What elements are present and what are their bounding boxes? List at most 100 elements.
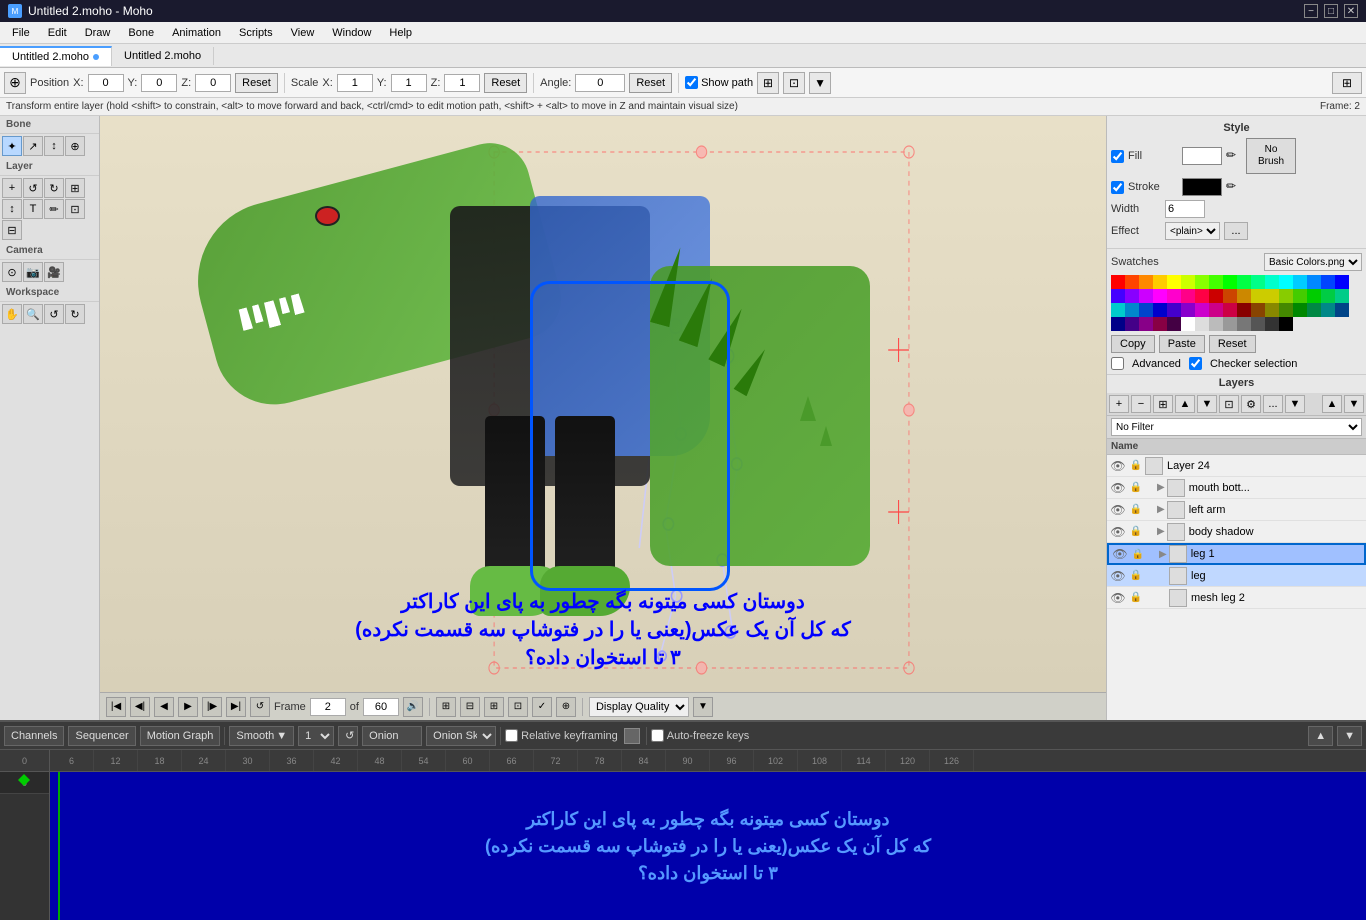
view-check[interactable]: ✓	[532, 697, 552, 717]
scroll-up-button[interactable]: ▲	[1322, 395, 1342, 413]
swatch-53[interactable]	[1139, 317, 1153, 331]
onion-skins-select[interactable]: Onion Skins	[426, 726, 496, 746]
tool-layer-add[interactable]: +	[2, 178, 22, 198]
swatch-26[interactable]	[1237, 289, 1251, 303]
reset-position-button[interactable]: Reset	[235, 73, 278, 93]
maximize-button[interactable]: □	[1324, 4, 1338, 18]
reset-scale-button[interactable]: Reset	[484, 73, 527, 93]
swatch-14[interactable]	[1307, 275, 1321, 289]
move-up-button[interactable]: ▲	[1175, 395, 1195, 413]
tab-channels[interactable]: Channels	[4, 726, 64, 746]
swatch-7[interactable]	[1209, 275, 1223, 289]
filter-select[interactable]: No Filter	[1111, 418, 1362, 436]
tool-layer-move[interactable]: ↕	[2, 199, 22, 219]
menu-draw[interactable]: Draw	[77, 25, 119, 41]
tool-bone-4[interactable]: ⊕	[65, 136, 85, 156]
scale-y-input[interactable]	[391, 74, 427, 92]
tool-layer-pencil[interactable]: ✏	[44, 199, 64, 219]
auto-freeze-check[interactable]	[651, 729, 664, 742]
swatch-59[interactable]	[1223, 317, 1237, 331]
transform-icon[interactable]: ⊕	[4, 72, 26, 94]
goto-end-button[interactable]: ▶|	[226, 697, 246, 717]
tl-scroll-down[interactable]: ▼	[1337, 726, 1362, 746]
fill-checkbox[interactable]	[1111, 150, 1124, 163]
swatch-46[interactable]	[1279, 303, 1293, 317]
swatch-29[interactable]	[1279, 289, 1293, 303]
layer-row[interactable]: 👁 🔒 mesh leg 2	[1107, 587, 1366, 609]
swatch-24[interactable]	[1209, 289, 1223, 303]
tool-zoom[interactable]: 🔍	[23, 304, 43, 324]
swatch-28[interactable]	[1265, 289, 1279, 303]
swatch-49[interactable]	[1321, 303, 1335, 317]
swatch-57[interactable]	[1195, 317, 1209, 331]
layer-row[interactable]: 👁 🔒 ▶ leg 1	[1107, 543, 1366, 565]
swatch-60[interactable]	[1237, 317, 1251, 331]
angle-input[interactable]	[575, 74, 625, 92]
layer-row[interactable]: 👁 🔒 ▶ mouth bott...	[1107, 477, 1366, 499]
multiplier-select[interactable]: 1 2 0.5	[298, 726, 334, 746]
swatches-preset-select[interactable]: Basic Colors.png	[1264, 253, 1362, 271]
tool-camera-3[interactable]: 🎥	[44, 262, 64, 282]
display-quality-select[interactable]: Display Quality Draft Final	[589, 697, 689, 717]
scale-z-input[interactable]	[444, 74, 480, 92]
total-frames-input[interactable]	[363, 698, 399, 716]
swatch-10[interactable]	[1251, 275, 1265, 289]
swatch-30[interactable]	[1293, 289, 1307, 303]
layer-vis-3[interactable]: 👁	[1109, 523, 1127, 541]
toolbar-icon1[interactable]: ⊞	[757, 72, 779, 94]
tool-bone-2[interactable]: ↗	[23, 136, 43, 156]
layer-row[interactable]: 👁 🔒 ▶ body shadow	[1107, 521, 1366, 543]
layer-row[interactable]: 👁 🔒 leg	[1107, 565, 1366, 587]
relative-keyframe-check[interactable]	[505, 729, 518, 742]
width-input[interactable]	[1165, 200, 1205, 218]
view-btn1[interactable]: ⊞	[436, 697, 456, 717]
tool-hand[interactable]: ✋	[2, 304, 22, 324]
swatch-27[interactable]	[1251, 289, 1265, 303]
main-canvas[interactable]: دوستان کسی میتونه بگه چطور به پای این کا…	[100, 116, 1106, 692]
swatch-56[interactable]	[1181, 317, 1195, 331]
stroke-color-swatch[interactable]	[1182, 178, 1222, 196]
frame-input[interactable]	[310, 698, 346, 716]
effect-select[interactable]: <plain>	[1165, 222, 1220, 240]
view-btn5[interactable]: ⊕	[556, 697, 576, 717]
swatch-20[interactable]	[1153, 289, 1167, 303]
layer-vis-0[interactable]: 👁	[1109, 457, 1127, 475]
swatch-5[interactable]	[1181, 275, 1195, 289]
tool-bone-1[interactable]: ✦	[2, 136, 22, 156]
swatch-48[interactable]	[1307, 303, 1321, 317]
menu-bone[interactable]: Bone	[120, 25, 162, 41]
swatch-1[interactable]	[1125, 275, 1139, 289]
swatch-4[interactable]	[1167, 275, 1181, 289]
swatch-19[interactable]	[1139, 289, 1153, 303]
swatch-12[interactable]	[1279, 275, 1293, 289]
minimize-button[interactable]: −	[1304, 4, 1318, 18]
swatch-33[interactable]	[1335, 289, 1349, 303]
layer-vis-4[interactable]: 👁	[1111, 545, 1129, 563]
reset-angle-button[interactable]: Reset	[629, 73, 672, 93]
swatch-63[interactable]	[1279, 317, 1293, 331]
position-x-input[interactable]	[88, 74, 124, 92]
step-back-button[interactable]: ◀|	[130, 697, 150, 717]
swatch-9[interactable]	[1237, 275, 1251, 289]
layer-vis-2[interactable]: 👁	[1109, 501, 1127, 519]
tool-camera-2[interactable]: 📷	[23, 262, 43, 282]
tab-motion-graph[interactable]: Motion Graph	[140, 726, 221, 746]
swatch-0[interactable]	[1111, 275, 1125, 289]
swatch-13[interactable]	[1293, 275, 1307, 289]
duplicate-layer-button[interactable]: ⊞	[1153, 395, 1173, 413]
layer-vis-5[interactable]: 👁	[1109, 567, 1127, 585]
swatch-50[interactable]	[1335, 303, 1349, 317]
menu-edit[interactable]: Edit	[40, 25, 75, 41]
tab-untitled1[interactable]: Untitled 2.moho	[0, 46, 112, 66]
fill-color-swatch[interactable]	[1182, 147, 1222, 165]
copy-swatch-button[interactable]: Copy	[1111, 335, 1155, 353]
layer-vis-6[interactable]: 👁	[1109, 589, 1127, 607]
tab-sequencer[interactable]: Sequencer	[68, 726, 135, 746]
reset-swatch-button[interactable]: Reset	[1209, 335, 1256, 353]
scroll-down-button[interactable]: ▼	[1344, 395, 1364, 413]
swatch-58[interactable]	[1209, 317, 1223, 331]
layer-lock-4[interactable]: 🔒	[1129, 545, 1147, 563]
tl-scroll-up[interactable]: ▲	[1308, 726, 1333, 746]
layer-settings-button[interactable]: ⚙	[1241, 395, 1261, 413]
layer-more-button[interactable]: ...	[1263, 395, 1283, 413]
